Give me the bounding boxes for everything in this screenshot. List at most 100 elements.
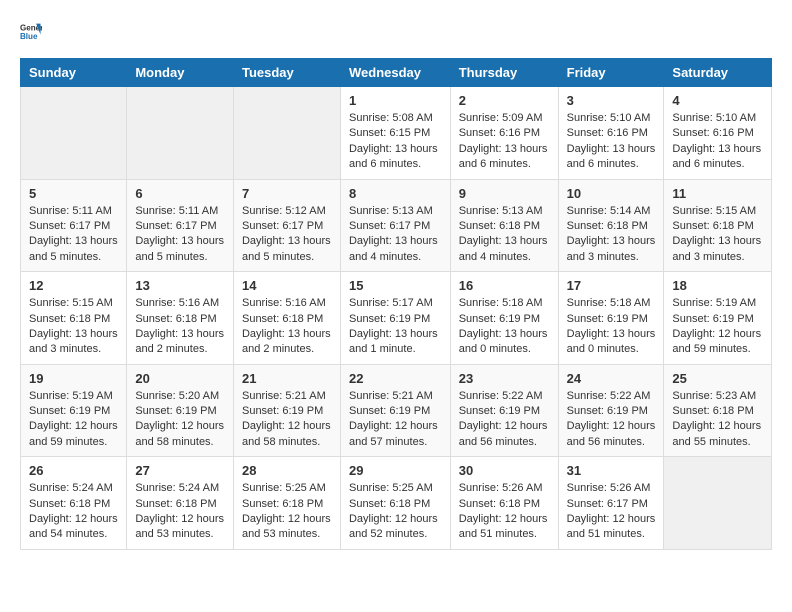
- day-number: 22: [349, 371, 442, 386]
- day-info: Sunrise: 5:24 AM Sunset: 6:18 PM Dayligh…: [29, 481, 118, 543]
- day-number: 10: [567, 186, 656, 201]
- sunrise: Sunrise: 5:16 AM: [242, 297, 326, 309]
- day-number: 28: [242, 463, 332, 478]
- sunrise: Sunrise: 5:18 AM: [459, 297, 543, 309]
- sunset: Sunset: 6:19 PM: [567, 313, 648, 325]
- weekday-header-saturday: Saturday: [664, 59, 772, 87]
- day-info: Sunrise: 5:18 AM Sunset: 6:19 PM Dayligh…: [459, 296, 550, 358]
- calendar-cell: 10 Sunrise: 5:14 AM Sunset: 6:18 PM Dayl…: [558, 179, 664, 272]
- daylight: Daylight: 12 hours and 59 minutes.: [29, 420, 118, 447]
- day-number: 18: [672, 278, 763, 293]
- sunset: Sunset: 6:18 PM: [459, 220, 540, 232]
- day-number: 23: [459, 371, 550, 386]
- daylight: Daylight: 12 hours and 59 minutes.: [672, 328, 761, 355]
- calendar-cell: 4 Sunrise: 5:10 AM Sunset: 6:16 PM Dayli…: [664, 87, 772, 180]
- sunrise: Sunrise: 5:10 AM: [567, 112, 651, 124]
- day-info: Sunrise: 5:08 AM Sunset: 6:15 PM Dayligh…: [349, 111, 442, 173]
- day-number: 26: [29, 463, 118, 478]
- calendar-cell: 21 Sunrise: 5:21 AM Sunset: 6:19 PM Dayl…: [233, 364, 340, 457]
- sunrise: Sunrise: 5:16 AM: [135, 297, 219, 309]
- daylight: Daylight: 12 hours and 58 minutes.: [242, 420, 331, 447]
- daylight: Daylight: 13 hours and 0 minutes.: [567, 328, 656, 355]
- daylight: Daylight: 13 hours and 3 minutes.: [29, 328, 118, 355]
- daylight: Daylight: 13 hours and 3 minutes.: [567, 235, 656, 262]
- calendar-cell: 30 Sunrise: 5:26 AM Sunset: 6:18 PM Dayl…: [450, 457, 558, 550]
- sunrise: Sunrise: 5:09 AM: [459, 112, 543, 124]
- sunrise: Sunrise: 5:23 AM: [672, 390, 756, 402]
- sunset: Sunset: 6:18 PM: [567, 220, 648, 232]
- day-number: 2: [459, 93, 550, 108]
- day-number: 5: [29, 186, 118, 201]
- daylight: Daylight: 13 hours and 0 minutes.: [459, 328, 548, 355]
- calendar-cell: 8 Sunrise: 5:13 AM Sunset: 6:17 PM Dayli…: [340, 179, 450, 272]
- sunrise: Sunrise: 5:19 AM: [672, 297, 756, 309]
- sunrise: Sunrise: 5:17 AM: [349, 297, 433, 309]
- sunrise: Sunrise: 5:19 AM: [29, 390, 113, 402]
- day-number: 17: [567, 278, 656, 293]
- sunset: Sunset: 6:19 PM: [672, 313, 753, 325]
- day-number: 4: [672, 93, 763, 108]
- sunrise: Sunrise: 5:18 AM: [567, 297, 651, 309]
- calendar-cell: [664, 457, 772, 550]
- calendar-table: SundayMondayTuesdayWednesdayThursdayFrid…: [20, 58, 772, 550]
- day-number: 24: [567, 371, 656, 386]
- sunset: Sunset: 6:17 PM: [242, 220, 323, 232]
- day-info: Sunrise: 5:16 AM Sunset: 6:18 PM Dayligh…: [242, 296, 332, 358]
- day-info: Sunrise: 5:19 AM Sunset: 6:19 PM Dayligh…: [672, 296, 763, 358]
- sunset: Sunset: 6:19 PM: [459, 313, 540, 325]
- calendar-cell: 17 Sunrise: 5:18 AM Sunset: 6:19 PM Dayl…: [558, 272, 664, 365]
- day-number: 31: [567, 463, 656, 478]
- calendar-week-row: 1 Sunrise: 5:08 AM Sunset: 6:15 PM Dayli…: [21, 87, 772, 180]
- day-info: Sunrise: 5:10 AM Sunset: 6:16 PM Dayligh…: [567, 111, 656, 173]
- day-number: 29: [349, 463, 442, 478]
- day-number: 15: [349, 278, 442, 293]
- day-number: 6: [135, 186, 225, 201]
- daylight: Daylight: 12 hours and 53 minutes.: [242, 513, 331, 540]
- daylight: Daylight: 13 hours and 4 minutes.: [349, 235, 438, 262]
- daylight: Daylight: 13 hours and 6 minutes.: [349, 143, 438, 170]
- day-number: 1: [349, 93, 442, 108]
- day-number: 30: [459, 463, 550, 478]
- day-info: Sunrise: 5:22 AM Sunset: 6:19 PM Dayligh…: [459, 389, 550, 451]
- calendar-cell: 3 Sunrise: 5:10 AM Sunset: 6:16 PM Dayli…: [558, 87, 664, 180]
- calendar-header-row: SundayMondayTuesdayWednesdayThursdayFrid…: [21, 59, 772, 87]
- day-info: Sunrise: 5:11 AM Sunset: 6:17 PM Dayligh…: [29, 204, 118, 266]
- calendar-week-row: 26 Sunrise: 5:24 AM Sunset: 6:18 PM Dayl…: [21, 457, 772, 550]
- calendar-cell: 11 Sunrise: 5:15 AM Sunset: 6:18 PM Dayl…: [664, 179, 772, 272]
- calendar-cell: 31 Sunrise: 5:26 AM Sunset: 6:17 PM Dayl…: [558, 457, 664, 550]
- day-number: 25: [672, 371, 763, 386]
- sunrise: Sunrise: 5:25 AM: [349, 482, 433, 494]
- day-info: Sunrise: 5:17 AM Sunset: 6:19 PM Dayligh…: [349, 296, 442, 358]
- sunrise: Sunrise: 5:11 AM: [135, 205, 218, 217]
- day-number: 12: [29, 278, 118, 293]
- day-info: Sunrise: 5:10 AM Sunset: 6:16 PM Dayligh…: [672, 111, 763, 173]
- sunset: Sunset: 6:17 PM: [349, 220, 430, 232]
- calendar-cell: 16 Sunrise: 5:18 AM Sunset: 6:19 PM Dayl…: [450, 272, 558, 365]
- daylight: Daylight: 13 hours and 5 minutes.: [242, 235, 331, 262]
- day-info: Sunrise: 5:18 AM Sunset: 6:19 PM Dayligh…: [567, 296, 656, 358]
- daylight: Daylight: 13 hours and 6 minutes.: [672, 143, 761, 170]
- daylight: Daylight: 12 hours and 58 minutes.: [135, 420, 224, 447]
- sunrise: Sunrise: 5:22 AM: [459, 390, 543, 402]
- day-info: Sunrise: 5:19 AM Sunset: 6:19 PM Dayligh…: [29, 389, 118, 451]
- day-info: Sunrise: 5:12 AM Sunset: 6:17 PM Dayligh…: [242, 204, 332, 266]
- sunrise: Sunrise: 5:12 AM: [242, 205, 326, 217]
- day-info: Sunrise: 5:15 AM Sunset: 6:18 PM Dayligh…: [29, 296, 118, 358]
- sunrise: Sunrise: 5:15 AM: [29, 297, 113, 309]
- calendar-cell: [21, 87, 127, 180]
- calendar-cell: 7 Sunrise: 5:12 AM Sunset: 6:17 PM Dayli…: [233, 179, 340, 272]
- sunset: Sunset: 6:18 PM: [672, 405, 753, 417]
- daylight: Daylight: 12 hours and 52 minutes.: [349, 513, 438, 540]
- calendar-cell: 6 Sunrise: 5:11 AM Sunset: 6:17 PM Dayli…: [127, 179, 234, 272]
- sunrise: Sunrise: 5:21 AM: [349, 390, 433, 402]
- sunset: Sunset: 6:17 PM: [135, 220, 216, 232]
- daylight: Daylight: 12 hours and 55 minutes.: [672, 420, 761, 447]
- day-info: Sunrise: 5:13 AM Sunset: 6:18 PM Dayligh…: [459, 204, 550, 266]
- day-info: Sunrise: 5:15 AM Sunset: 6:18 PM Dayligh…: [672, 204, 763, 266]
- daylight: Daylight: 13 hours and 5 minutes.: [135, 235, 224, 262]
- daylight: Daylight: 12 hours and 51 minutes.: [567, 513, 656, 540]
- calendar-cell: 28 Sunrise: 5:25 AM Sunset: 6:18 PM Dayl…: [233, 457, 340, 550]
- calendar-cell: 18 Sunrise: 5:19 AM Sunset: 6:19 PM Dayl…: [664, 272, 772, 365]
- calendar-cell: 27 Sunrise: 5:24 AM Sunset: 6:18 PM Dayl…: [127, 457, 234, 550]
- weekday-header-sunday: Sunday: [21, 59, 127, 87]
